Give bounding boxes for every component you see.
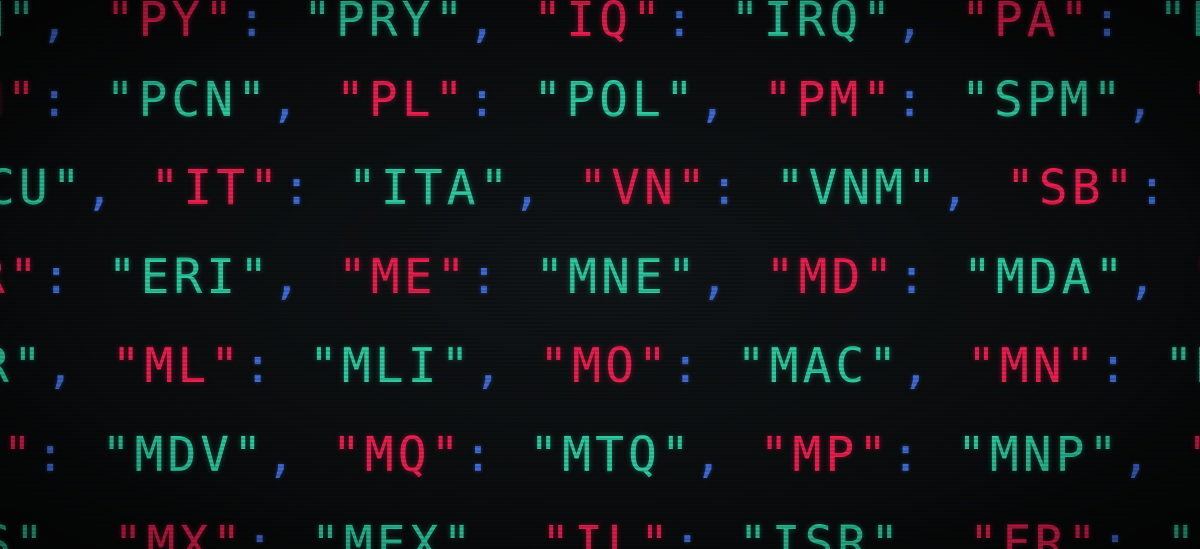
punctuation-token: , [940, 160, 1006, 216]
value-token: M" [0, 0, 40, 48]
punctuation-token: , [1121, 427, 1188, 483]
punctuation-token: : [41, 249, 108, 305]
punctuation-token: , [1127, 249, 1194, 305]
key-token: "ME" [337, 249, 470, 305]
punctuation-token: , [475, 516, 542, 549]
value-token: "FRA [1166, 516, 1200, 549]
value-token: "IRQ" [730, 0, 896, 48]
key-token: "MD" [765, 249, 898, 305]
code-screen: M", "PY": "PRY", "IQ": "IRQ", "PA": "PAN… [0, 0, 1200, 549]
punctuation-token: : [1098, 338, 1165, 394]
punctuation-token: : [1100, 516, 1167, 549]
value-token: "PRY" [302, 0, 468, 48]
value-token: "PAN [1158, 0, 1200, 48]
punctuation-token: : [35, 427, 102, 483]
code-line: R", "ML": "MLI", "MO": "MAC", "MN": "MNG [0, 342, 1200, 390]
value-token: "MNG [1164, 338, 1200, 394]
punctuation-token: : [897, 249, 963, 305]
key-token: "IQ" [533, 0, 665, 48]
key-token: "IT" [150, 160, 283, 216]
value-token: CU" [0, 160, 85, 216]
key-token: "PL" [335, 72, 468, 128]
punctuation-token: : [709, 160, 776, 216]
value-token: "PCN" [105, 72, 271, 128]
value-token: "MTQ" [529, 427, 694, 483]
punctuation-token: , [1125, 72, 1192, 128]
punctuation-token: , [84, 160, 151, 216]
key-token: "MQ" [331, 427, 464, 483]
punctuation-token: : [237, 0, 303, 48]
value-token: "MDA" [962, 249, 1128, 305]
punctuation-token: : [670, 338, 737, 394]
value-token: "MDV" [101, 427, 267, 483]
punctuation-token: : [664, 0, 731, 48]
punctuation-token: , [266, 427, 332, 483]
punctuation-token: : [469, 249, 536, 305]
key-token: "IL" [541, 516, 673, 549]
punctuation-token: : [243, 338, 309, 394]
code-line: V": "MDV", "MQ": "MTQ", "MP": "MNP", "MS [0, 431, 1200, 479]
punctuation-token: , [270, 72, 336, 128]
punctuation-token: , [697, 72, 764, 128]
punctuation-token: , [39, 0, 106, 48]
key-token: "MG [1193, 249, 1200, 305]
punctuation-token: , [47, 516, 114, 549]
key-token: "MO" [539, 338, 671, 394]
key-token: "PY" [105, 0, 238, 48]
value-token: "MNP" [956, 427, 1122, 483]
punctuation-token: : [1137, 160, 1200, 216]
key-token: "MN" [966, 338, 1099, 394]
value-token: "VNM" [775, 160, 941, 216]
value-token: "ITA" [347, 160, 513, 216]
value-token: "ISR" [738, 516, 904, 549]
key-token: "MP" [759, 427, 892, 483]
punctuation-token: : [672, 516, 739, 549]
key-token: "MS [1187, 427, 1200, 483]
key-token: "PA" [960, 0, 1093, 48]
punctuation-token: : [463, 427, 530, 483]
value-token: "MEX" [310, 516, 476, 549]
punctuation-token: : [467, 72, 534, 128]
key-token: "FR" [968, 516, 1101, 549]
punctuation-token: : [895, 72, 961, 128]
code-line: M", "PY": "PRY", "IQ": "IRQ", "PA": "PAN [0, 0, 1200, 44]
punctuation-token: , [512, 160, 579, 216]
key-token: "VN" [578, 160, 710, 216]
punctuation-token: , [467, 0, 534, 48]
code-line: R": "ERI", "ME": "MNE", "MD": "MDA", "MG [0, 253, 1200, 301]
punctuation-token: , [473, 338, 540, 394]
punctuation-token: , [45, 338, 112, 394]
value-token: "MLI" [308, 338, 474, 394]
key-token: "ML" [111, 338, 244, 394]
value-token: R" [0, 338, 46, 394]
punctuation-token: : [1092, 0, 1159, 48]
key-token: R" [0, 249, 42, 305]
punctuation-token: , [272, 249, 338, 305]
punctuation-token: , [903, 516, 969, 549]
value-token: "SPM" [960, 72, 1126, 128]
punctuation-token: : [282, 160, 348, 216]
key-token: "SB" [1005, 160, 1138, 216]
punctuation-token: , [699, 249, 766, 305]
punctuation-token: : [245, 516, 311, 549]
punctuation-token: , [693, 427, 760, 483]
punctuation-token: , [901, 338, 967, 394]
key-token: "MX" [113, 516, 246, 549]
value-token: "MAC" [736, 338, 902, 394]
value-token: "MNE" [535, 249, 700, 305]
value-token: "ERI" [107, 249, 273, 305]
punctuation-token: : [891, 427, 957, 483]
key-token: N" [0, 72, 40, 128]
key-token: V" [0, 427, 36, 483]
code-line: N": "PCN", "PL": "POL", "PM": "SPM", "ZM [0, 76, 1200, 124]
key-token: "ZM [1191, 72, 1200, 128]
value-token: "POL" [533, 72, 698, 128]
punctuation-token: , [895, 0, 961, 48]
key-token: "PM" [763, 72, 896, 128]
punctuation-token: : [39, 72, 106, 128]
code-line: S", "MX": "MEX", "IL": "ISR", "FR": "FRA [0, 520, 1200, 549]
code-line: CU", "IT": "ITA", "VN": "VNM", "SB": "SL… [0, 164, 1200, 212]
value-token: S" [0, 516, 48, 549]
